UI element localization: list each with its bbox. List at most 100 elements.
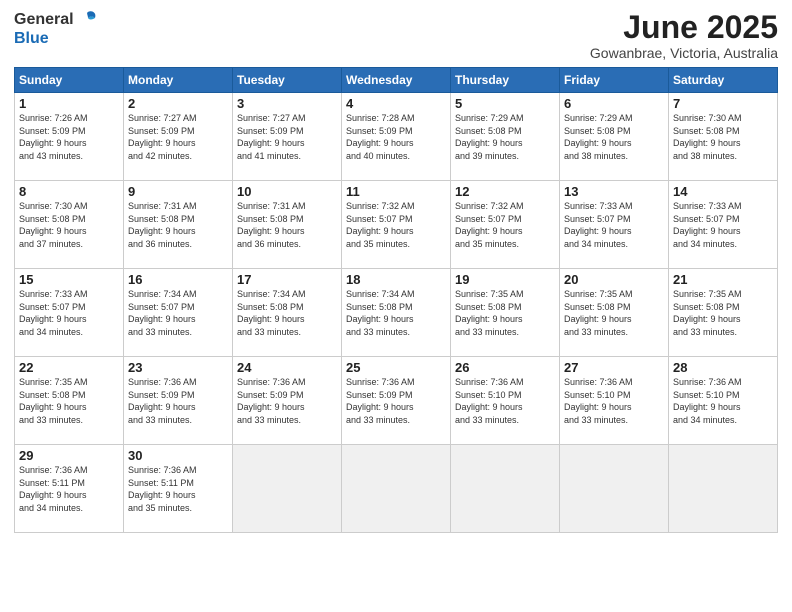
day-number: 16 <box>128 272 228 287</box>
day-info: Sunrise: 7:31 AM Sunset: 5:08 PM Dayligh… <box>237 200 337 250</box>
table-row: 6Sunrise: 7:29 AM Sunset: 5:08 PM Daylig… <box>560 93 669 181</box>
table-row: 1Sunrise: 7:26 AM Sunset: 5:09 PM Daylig… <box>15 93 124 181</box>
table-row: 19Sunrise: 7:35 AM Sunset: 5:08 PM Dayli… <box>451 269 560 357</box>
table-row: 22Sunrise: 7:35 AM Sunset: 5:08 PM Dayli… <box>15 357 124 445</box>
day-info: Sunrise: 7:34 AM Sunset: 5:07 PM Dayligh… <box>128 288 228 338</box>
calendar-container: General Blue June 2025 Gowanbrae, Victor… <box>0 0 792 612</box>
day-number: 27 <box>564 360 664 375</box>
table-row <box>669 445 778 533</box>
day-info: Sunrise: 7:32 AM Sunset: 5:07 PM Dayligh… <box>455 200 555 250</box>
day-info: Sunrise: 7:31 AM Sunset: 5:08 PM Dayligh… <box>128 200 228 250</box>
header-saturday: Saturday <box>669 68 778 93</box>
calendar-week-row: 29Sunrise: 7:36 AM Sunset: 5:11 PM Dayli… <box>15 445 778 533</box>
table-row: 24Sunrise: 7:36 AM Sunset: 5:09 PM Dayli… <box>233 357 342 445</box>
day-info: Sunrise: 7:26 AM Sunset: 5:09 PM Dayligh… <box>19 112 119 162</box>
day-number: 11 <box>346 184 446 199</box>
table-row <box>233 445 342 533</box>
day-info: Sunrise: 7:33 AM Sunset: 5:07 PM Dayligh… <box>673 200 773 250</box>
day-number: 24 <box>237 360 337 375</box>
day-number: 4 <box>346 96 446 111</box>
calendar-table: Sunday Monday Tuesday Wednesday Thursday… <box>14 67 778 533</box>
table-row: 11Sunrise: 7:32 AM Sunset: 5:07 PM Dayli… <box>342 181 451 269</box>
day-info: Sunrise: 7:35 AM Sunset: 5:08 PM Dayligh… <box>564 288 664 338</box>
day-number: 6 <box>564 96 664 111</box>
day-info: Sunrise: 7:33 AM Sunset: 5:07 PM Dayligh… <box>564 200 664 250</box>
logo: General Blue <box>14 10 99 48</box>
table-row: 14Sunrise: 7:33 AM Sunset: 5:07 PM Dayli… <box>669 181 778 269</box>
day-number: 21 <box>673 272 773 287</box>
logo-bird-icon <box>77 8 99 30</box>
day-info: Sunrise: 7:32 AM Sunset: 5:07 PM Dayligh… <box>346 200 446 250</box>
day-info: Sunrise: 7:36 AM Sunset: 5:09 PM Dayligh… <box>346 376 446 426</box>
table-row: 16Sunrise: 7:34 AM Sunset: 5:07 PM Dayli… <box>124 269 233 357</box>
day-number: 23 <box>128 360 228 375</box>
table-row <box>560 445 669 533</box>
logo-blue: Blue <box>14 30 49 47</box>
table-row: 8Sunrise: 7:30 AM Sunset: 5:08 PM Daylig… <box>15 181 124 269</box>
day-number: 17 <box>237 272 337 287</box>
table-row: 26Sunrise: 7:36 AM Sunset: 5:10 PM Dayli… <box>451 357 560 445</box>
calendar-week-row: 8Sunrise: 7:30 AM Sunset: 5:08 PM Daylig… <box>15 181 778 269</box>
day-info: Sunrise: 7:35 AM Sunset: 5:08 PM Dayligh… <box>455 288 555 338</box>
day-number: 8 <box>19 184 119 199</box>
table-row: 25Sunrise: 7:36 AM Sunset: 5:09 PM Dayli… <box>342 357 451 445</box>
title-block: June 2025 Gowanbrae, Victoria, Australia <box>590 10 778 61</box>
table-row <box>342 445 451 533</box>
header-thursday: Thursday <box>451 68 560 93</box>
table-row: 29Sunrise: 7:36 AM Sunset: 5:11 PM Dayli… <box>15 445 124 533</box>
day-info: Sunrise: 7:29 AM Sunset: 5:08 PM Dayligh… <box>564 112 664 162</box>
table-row: 13Sunrise: 7:33 AM Sunset: 5:07 PM Dayli… <box>560 181 669 269</box>
day-info: Sunrise: 7:36 AM Sunset: 5:09 PM Dayligh… <box>237 376 337 426</box>
header-monday: Monday <box>124 68 233 93</box>
calendar-body: 1Sunrise: 7:26 AM Sunset: 5:09 PM Daylig… <box>15 93 778 533</box>
day-number: 25 <box>346 360 446 375</box>
header: General Blue June 2025 Gowanbrae, Victor… <box>14 10 778 61</box>
table-row: 30Sunrise: 7:36 AM Sunset: 5:11 PM Dayli… <box>124 445 233 533</box>
day-number: 14 <box>673 184 773 199</box>
day-info: Sunrise: 7:35 AM Sunset: 5:08 PM Dayligh… <box>673 288 773 338</box>
day-info: Sunrise: 7:36 AM Sunset: 5:11 PM Dayligh… <box>19 464 119 514</box>
table-row: 28Sunrise: 7:36 AM Sunset: 5:10 PM Dayli… <box>669 357 778 445</box>
day-number: 5 <box>455 96 555 111</box>
day-info: Sunrise: 7:36 AM Sunset: 5:10 PM Dayligh… <box>673 376 773 426</box>
day-number: 29 <box>19 448 119 463</box>
location-subtitle: Gowanbrae, Victoria, Australia <box>590 45 778 61</box>
table-row: 2Sunrise: 7:27 AM Sunset: 5:09 PM Daylig… <box>124 93 233 181</box>
day-number: 7 <box>673 96 773 111</box>
day-info: Sunrise: 7:27 AM Sunset: 5:09 PM Dayligh… <box>128 112 228 162</box>
day-info: Sunrise: 7:35 AM Sunset: 5:08 PM Dayligh… <box>19 376 119 426</box>
table-row: 15Sunrise: 7:33 AM Sunset: 5:07 PM Dayli… <box>15 269 124 357</box>
table-row: 23Sunrise: 7:36 AM Sunset: 5:09 PM Dayli… <box>124 357 233 445</box>
header-wednesday: Wednesday <box>342 68 451 93</box>
table-row <box>451 445 560 533</box>
table-row: 12Sunrise: 7:32 AM Sunset: 5:07 PM Dayli… <box>451 181 560 269</box>
day-number: 26 <box>455 360 555 375</box>
header-tuesday: Tuesday <box>233 68 342 93</box>
day-number: 19 <box>455 272 555 287</box>
table-row: 5Sunrise: 7:29 AM Sunset: 5:08 PM Daylig… <box>451 93 560 181</box>
day-number: 18 <box>346 272 446 287</box>
day-info: Sunrise: 7:27 AM Sunset: 5:09 PM Dayligh… <box>237 112 337 162</box>
day-number: 1 <box>19 96 119 111</box>
table-row: 20Sunrise: 7:35 AM Sunset: 5:08 PM Dayli… <box>560 269 669 357</box>
day-info: Sunrise: 7:36 AM Sunset: 5:09 PM Dayligh… <box>128 376 228 426</box>
day-info: Sunrise: 7:28 AM Sunset: 5:09 PM Dayligh… <box>346 112 446 162</box>
table-row: 18Sunrise: 7:34 AM Sunset: 5:08 PM Dayli… <box>342 269 451 357</box>
day-number: 9 <box>128 184 228 199</box>
day-number: 12 <box>455 184 555 199</box>
table-row: 4Sunrise: 7:28 AM Sunset: 5:09 PM Daylig… <box>342 93 451 181</box>
day-info: Sunrise: 7:34 AM Sunset: 5:08 PM Dayligh… <box>346 288 446 338</box>
logo-general: General <box>14 11 74 29</box>
table-row: 9Sunrise: 7:31 AM Sunset: 5:08 PM Daylig… <box>124 181 233 269</box>
day-number: 2 <box>128 96 228 111</box>
day-number: 13 <box>564 184 664 199</box>
day-number: 3 <box>237 96 337 111</box>
day-number: 20 <box>564 272 664 287</box>
day-info: Sunrise: 7:36 AM Sunset: 5:11 PM Dayligh… <box>128 464 228 514</box>
day-info: Sunrise: 7:36 AM Sunset: 5:10 PM Dayligh… <box>564 376 664 426</box>
day-info: Sunrise: 7:36 AM Sunset: 5:10 PM Dayligh… <box>455 376 555 426</box>
month-title: June 2025 <box>590 10 778 45</box>
day-number: 30 <box>128 448 228 463</box>
day-info: Sunrise: 7:30 AM Sunset: 5:08 PM Dayligh… <box>673 112 773 162</box>
calendar-header-row: Sunday Monday Tuesday Wednesday Thursday… <box>15 68 778 93</box>
